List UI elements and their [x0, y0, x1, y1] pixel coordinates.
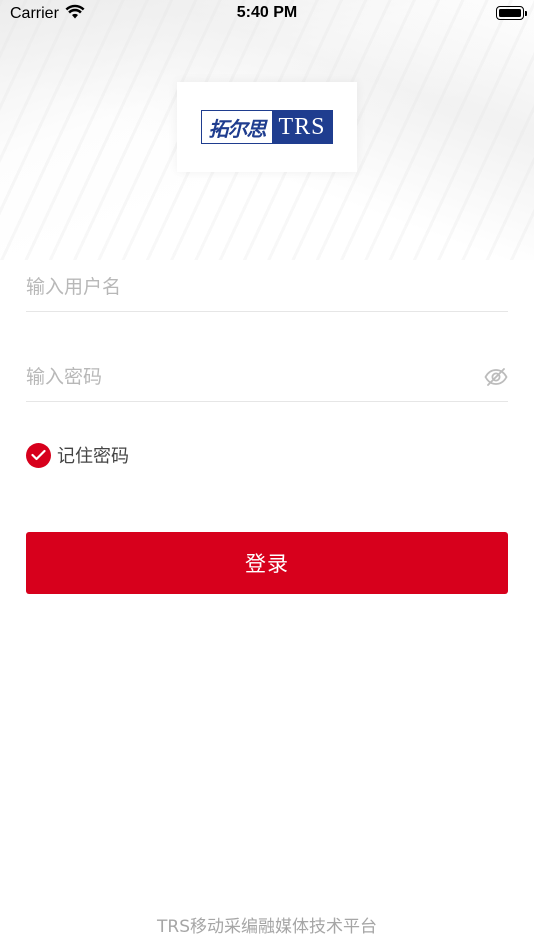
eye-slash-icon[interactable] — [484, 365, 508, 389]
logo-english-text: TRS — [272, 111, 332, 143]
trs-logo: 拓尔思 TRS — [201, 110, 333, 144]
password-input[interactable] — [26, 352, 508, 401]
status-bar: Carrier 5:40 PM — [0, 0, 534, 28]
logo-card: 拓尔思 TRS — [177, 82, 357, 172]
remember-password-toggle[interactable]: 记住密码 — [26, 442, 129, 468]
checkmark-icon[interactable] — [26, 442, 51, 468]
login-screen: Carrier 5:40 PM 拓尔思 TRS 输入用户名 记住密码 登录 TR… — [0, 0, 534, 950]
password-field — [26, 352, 508, 402]
username-field — [26, 262, 508, 312]
status-time: 5:40 PM — [236, 4, 298, 21]
username-input[interactable] — [26, 262, 508, 311]
remember-password-label: 记住密码 — [57, 446, 129, 467]
login-button[interactable]: 登录 — [26, 532, 508, 594]
battery-icon — [496, 6, 527, 20]
footer-text: TRS移动采编融媒体技术平台 — [157, 917, 377, 937]
logo-chinese-text: 拓尔思 — [202, 111, 272, 143]
